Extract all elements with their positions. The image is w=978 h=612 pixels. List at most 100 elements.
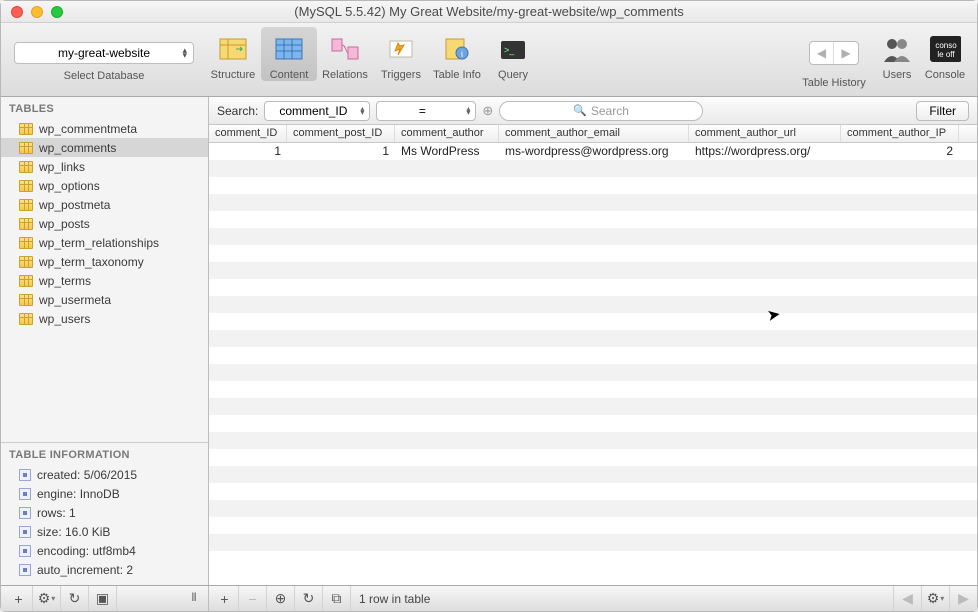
tab-triggers[interactable]: Triggers xyxy=(373,27,429,81)
page-prev-button[interactable]: ◀ xyxy=(893,586,921,611)
table-item-wp_term_relationships[interactable]: wp_term_relationships xyxy=(1,233,208,252)
search-input[interactable]: 🔍 Search xyxy=(499,101,703,121)
tab-content[interactable]: Content xyxy=(261,27,317,81)
table-item-wp_users[interactable]: wp_users xyxy=(1,309,208,328)
copy-button[interactable]: ⧉ xyxy=(323,586,351,611)
toolbar-tabs: Structure Content Relations Triggers i T… xyxy=(205,27,541,96)
chevron-updown-icon: ▴▾ xyxy=(182,48,187,58)
history-nav[interactable]: ◀ ▶ xyxy=(809,41,859,65)
tab-query[interactable]: >_ Query xyxy=(485,27,541,81)
tableinfo-item: engine: InnoDB xyxy=(1,484,208,503)
history-back-icon[interactable]: ◀ xyxy=(810,42,834,64)
search-field-select[interactable]: comment_ID ▴▾ xyxy=(264,101,370,121)
empty-row xyxy=(209,500,977,517)
close-icon[interactable] xyxy=(11,6,23,18)
table-item-wp_comments[interactable]: wp_comments xyxy=(1,138,208,157)
tab-structure[interactable]: Structure xyxy=(205,27,261,81)
empty-row xyxy=(209,483,977,500)
relations-icon xyxy=(329,33,361,65)
main: TABLES wp_commentmetawp_commentswp_links… xyxy=(1,97,977,585)
table-icon xyxy=(19,142,33,154)
minimize-icon[interactable] xyxy=(31,6,43,18)
content-pane: Search: comment_ID ▴▾ = ▴▾ ⊕ 🔍 Search Fi… xyxy=(209,97,977,585)
console-button[interactable]: console off Console xyxy=(921,27,969,81)
info-icon xyxy=(19,564,31,576)
add-filter-icon[interactable]: ⊕ xyxy=(482,103,493,119)
users-button[interactable]: Users xyxy=(877,27,917,81)
remove-row-button[interactable]: − xyxy=(239,586,267,611)
structure-icon xyxy=(217,33,249,65)
database-selector-caption: Select Database xyxy=(64,70,145,82)
tableinfo-icon: i xyxy=(441,33,473,65)
info-icon xyxy=(19,526,31,538)
table-icon xyxy=(19,256,33,268)
sidebar: TABLES wp_commentmetawp_commentswp_links… xyxy=(1,97,209,585)
filter-button[interactable]: Filter xyxy=(916,101,969,121)
svg-text:i: i xyxy=(461,49,463,59)
tableinfo-item: auto_increment: 2 xyxy=(1,560,208,579)
tables-header: TABLES xyxy=(1,97,208,119)
empty-row xyxy=(209,364,977,381)
tableinfo-item: rows: 1 xyxy=(1,503,208,522)
table-item-wp_commentmeta[interactable]: wp_commentmeta xyxy=(1,119,208,138)
tab-tableinfo[interactable]: i Table Info xyxy=(429,27,485,81)
table-history[interactable]: ◀ ▶ Table History xyxy=(795,27,873,89)
empty-row xyxy=(209,398,977,415)
query-icon: >_ xyxy=(497,33,529,65)
add-table-button[interactable]: + xyxy=(5,586,33,611)
empty-row xyxy=(209,279,977,296)
history-forward-icon[interactable]: ▶ xyxy=(834,42,858,64)
empty-row xyxy=(209,381,977,398)
sidebar-columns-icon[interactable]: ⦀ xyxy=(180,586,208,611)
page-next-button[interactable]: ▶ xyxy=(949,586,977,611)
table-information: TABLE INFORMATION created: 5/06/2015engi… xyxy=(1,442,208,585)
column-header[interactable]: comment_author_url xyxy=(689,125,841,142)
table-icon xyxy=(19,275,33,287)
sidebar-refresh-button[interactable]: ↻ xyxy=(61,586,89,611)
database-selected-label: my-great-website xyxy=(58,46,150,60)
table-item-wp_terms[interactable]: wp_terms xyxy=(1,271,208,290)
duplicate-row-button[interactable]: ⊕ xyxy=(267,586,295,611)
table-icon xyxy=(19,199,33,211)
table-item-wp_links[interactable]: wp_links xyxy=(1,157,208,176)
content-refresh-button[interactable]: ↻ xyxy=(295,586,323,611)
add-row-button[interactable]: + xyxy=(211,586,239,611)
status-text: 1 row in table xyxy=(351,592,893,606)
data-grid[interactable]: comment_IDcomment_post_IDcomment_authorc… xyxy=(209,125,977,585)
info-icon xyxy=(19,488,31,500)
column-header[interactable]: comment_author_IP xyxy=(841,125,959,142)
chevron-updown-icon: ▴▾ xyxy=(466,107,470,115)
column-header[interactable]: comment_ID xyxy=(209,125,287,142)
column-header[interactable]: comment_author xyxy=(395,125,499,142)
users-icon xyxy=(881,33,913,65)
table-item-wp_usermeta[interactable]: wp_usermeta xyxy=(1,290,208,309)
database-selector[interactable]: my-great-website ▴▾ xyxy=(14,42,194,64)
empty-row xyxy=(209,228,977,245)
table-icon xyxy=(19,161,33,173)
sidebar-gear-button[interactable]: ⚙▾ xyxy=(33,586,61,611)
empty-row xyxy=(209,245,977,262)
column-header[interactable]: comment_post_ID xyxy=(287,125,395,142)
column-header[interactable]: comment_author_email xyxy=(499,125,689,142)
info-icon xyxy=(19,507,31,519)
table-item-wp_posts[interactable]: wp_posts xyxy=(1,214,208,233)
table-item-wp_options[interactable]: wp_options xyxy=(1,176,208,195)
sidebar-toggle-button[interactable]: ▣ xyxy=(89,586,117,611)
tab-relations[interactable]: Relations xyxy=(317,27,373,81)
bottom-bar: + ⚙▾ ↻ ▣ ⦀ + − ⊕ ↻ ⧉ 1 row in table ◀ ⚙▾… xyxy=(1,585,977,611)
table-row[interactable]: 11Ms WordPressms-wordpress@wordpress.org… xyxy=(209,143,977,160)
empty-row xyxy=(209,177,977,194)
console-icon: console off xyxy=(929,33,961,65)
svg-text:>_: >_ xyxy=(504,45,515,55)
empty-row xyxy=(209,466,977,483)
window-title: (MySQL 5.5.42) My Great Website/my-great… xyxy=(1,4,977,19)
window-controls xyxy=(11,6,63,18)
zoom-icon[interactable] xyxy=(51,6,63,18)
table-item-wp_term_taxonomy[interactable]: wp_term_taxonomy xyxy=(1,252,208,271)
table-item-wp_postmeta[interactable]: wp_postmeta xyxy=(1,195,208,214)
search-operator-select[interactable]: = ▴▾ xyxy=(376,101,476,121)
magnifier-icon: 🔍 xyxy=(573,104,587,117)
content-gear-button[interactable]: ⚙▾ xyxy=(921,586,949,611)
table-icon xyxy=(19,237,33,249)
tables-list: wp_commentmetawp_commentswp_linkswp_opti… xyxy=(1,119,208,328)
